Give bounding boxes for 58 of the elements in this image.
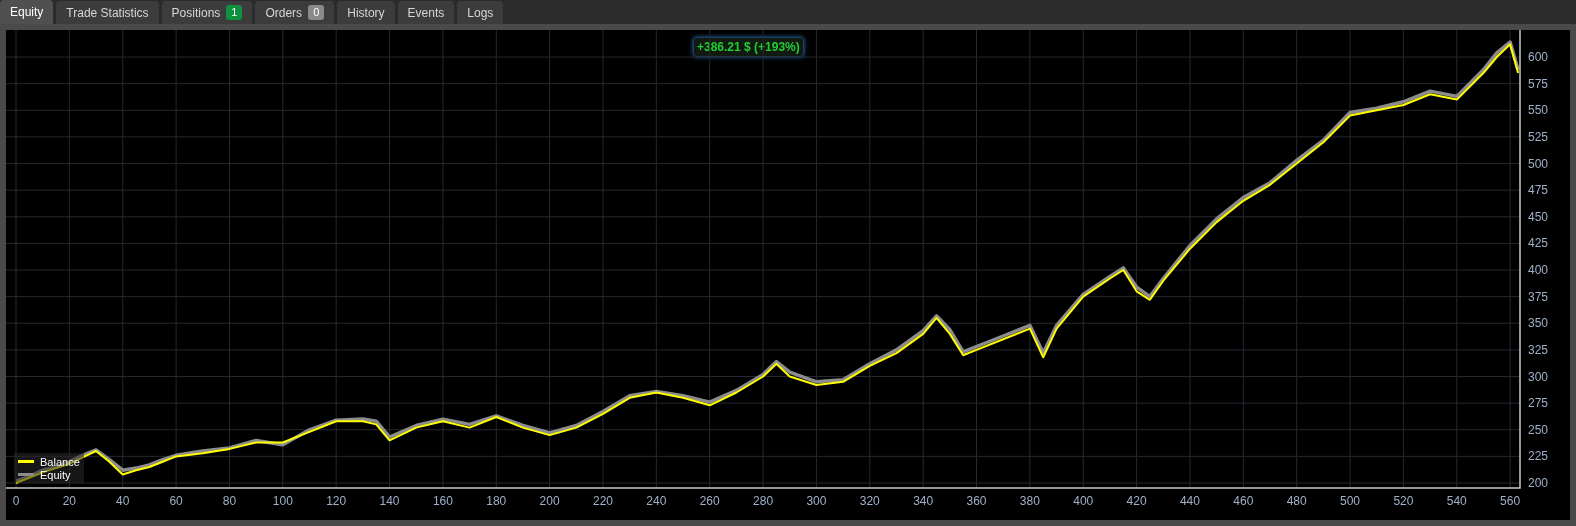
x-tick-label: 100: [272, 494, 293, 508]
x-tick-label: 0: [12, 494, 20, 508]
y-tick-label: 250: [1528, 422, 1549, 437]
y-tick-label: 350: [1528, 316, 1549, 331]
y-tick-label: 325: [1528, 342, 1549, 357]
y-tick-label: 425: [1528, 236, 1549, 251]
x-tick-label: 280: [753, 494, 774, 508]
y-tick-label: 375: [1528, 289, 1549, 304]
x-tick-label: 400: [1073, 494, 1094, 508]
tab[interactable]: Logs: [457, 1, 504, 24]
x-tick-label: 500: [1340, 494, 1361, 508]
y-tick-label: 225: [1528, 449, 1549, 464]
count-badge: 0: [308, 5, 325, 20]
x-tick-label: 380: [1019, 494, 1040, 508]
x-tick-label: 40: [116, 494, 130, 508]
x-tick-label: 240: [646, 494, 667, 508]
y-tick-label: 500: [1528, 156, 1549, 171]
count-badge: 1: [226, 5, 243, 20]
x-tick-label: 300: [806, 494, 827, 508]
x-tick-label: 420: [1126, 494, 1147, 508]
x-tick-label: 560: [1500, 494, 1521, 508]
tab[interactable]: Events: [397, 1, 455, 24]
x-tick-label: 180: [486, 494, 507, 508]
y-tick-label: 575: [1528, 76, 1549, 91]
x-tick-label: 440: [1179, 494, 1200, 508]
tab[interactable]: History: [337, 1, 395, 24]
y-tick-label: 200: [1528, 476, 1549, 490]
x-tick-label: 340: [913, 494, 934, 508]
legend-label: Balance: [40, 455, 80, 468]
x-tick-label: 20: [62, 494, 77, 508]
tab[interactable]: Trade Statistics: [56, 1, 159, 24]
x-tick-label: 220: [592, 494, 613, 508]
y-tick-label: 300: [1528, 369, 1549, 384]
x-tick-label: 120: [326, 494, 347, 508]
profit-label: +386.21 $ (+193%): [694, 38, 803, 56]
x-tick-label: 160: [432, 494, 453, 508]
x-tick-label: 80: [222, 494, 237, 508]
legend-label: Equity: [40, 468, 71, 481]
tab[interactable]: Orders 0: [255, 1, 335, 24]
tab[interactable]: Positions 1: [161, 1, 253, 24]
x-tick-label: 460: [1233, 494, 1254, 508]
y-tick-label: 275: [1528, 396, 1549, 411]
x-tick-label: 60: [169, 494, 183, 508]
x-tick-label: 540: [1446, 494, 1467, 508]
y-tick-label: 400: [1528, 263, 1549, 277]
x-tick-label: 140: [379, 494, 400, 508]
tab[interactable]: Equity: [0, 0, 54, 24]
x-tick-label: 260: [699, 494, 720, 508]
x-tick-label: 320: [859, 494, 880, 508]
y-tick-label: 475: [1528, 183, 1549, 198]
y-tick-label: 600: [1528, 50, 1549, 65]
y-tick-label: 450: [1528, 209, 1549, 224]
y-tick-label: 525: [1528, 129, 1549, 144]
y-tick-label: 550: [1528, 103, 1549, 118]
x-tick-label: 480: [1286, 494, 1307, 508]
x-tick-label: 520: [1393, 494, 1414, 508]
x-tick-label: 200: [539, 494, 560, 508]
x-tick-label: 360: [966, 494, 987, 508]
